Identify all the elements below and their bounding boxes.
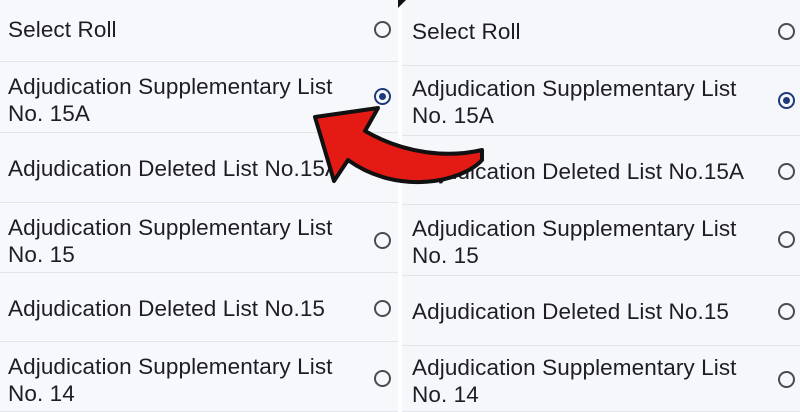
roll-option-row[interactable]: Adjudication Supplementary List No. 14 bbox=[400, 346, 800, 412]
radio-icon[interactable] bbox=[778, 163, 795, 180]
roll-option-row[interactable]: Select Roll bbox=[0, 0, 400, 62]
roll-option-row[interactable]: Adjudication Supplementary List No. 15 bbox=[400, 205, 800, 276]
roll-option-label: Adjudication Deleted List No.15 bbox=[412, 299, 730, 324]
roll-option-label: Select Roll bbox=[412, 19, 521, 44]
roll-option-label: Adjudication Deleted List No.15A bbox=[8, 156, 341, 181]
radio-icon[interactable] bbox=[374, 370, 391, 387]
roll-option-row[interactable]: Adjudication Supplementary List No. 14 bbox=[0, 342, 400, 412]
radio-icon[interactable] bbox=[374, 232, 391, 249]
radio-selected-icon[interactable] bbox=[374, 88, 391, 105]
roll-option-label: Adjudication Supplementary List No. 15A bbox=[8, 74, 333, 126]
roll-option-label: Adjudication Supplementary List No. 15 bbox=[8, 215, 333, 267]
radio-icon[interactable] bbox=[778, 371, 795, 388]
radio-icon[interactable] bbox=[778, 23, 795, 40]
roll-option-label: Adjudication Supplementary List No. 15 bbox=[412, 216, 737, 268]
roll-option-row[interactable]: Adjudication Deleted List No.15A bbox=[0, 133, 400, 203]
radio-icon[interactable] bbox=[374, 300, 391, 317]
roll-option-row[interactable]: Adjudication Deleted List No.15A bbox=[400, 136, 800, 205]
radio-icon[interactable] bbox=[778, 231, 795, 248]
roll-option-label: Adjudication Supplementary List No. 14 bbox=[8, 354, 333, 406]
roll-list-panel-right: Select Roll Adjudication Supplementary Li… bbox=[400, 0, 800, 412]
radio-icon[interactable] bbox=[374, 21, 391, 38]
roll-option-row[interactable]: Adjudication Deleted List No.15 bbox=[400, 276, 800, 346]
roll-option-row[interactable]: Adjudication Deleted List No.15 bbox=[0, 273, 400, 342]
roll-option-label: Adjudication Supplementary List No. 14 bbox=[412, 355, 737, 407]
roll-option-label: Adjudication Deleted List No.15 bbox=[8, 296, 326, 321]
roll-list-panel-left: Select Roll Adjudication Supplementary Li… bbox=[0, 0, 400, 412]
screenshot-divider bbox=[398, 0, 402, 412]
roll-option-row[interactable]: Adjudication Supplementary List No. 15A bbox=[400, 66, 800, 136]
roll-option-row[interactable]: Adjudication Supplementary List No. 15A bbox=[0, 62, 400, 133]
roll-option-row[interactable]: Select Roll bbox=[400, 0, 800, 66]
roll-option-label: Adjudication Deleted List No.15A bbox=[412, 159, 745, 184]
roll-option-label: Adjudication Supplementary List No. 15A bbox=[412, 76, 737, 128]
radio-selected-icon[interactable] bbox=[778, 92, 795, 109]
roll-option-label: Select Roll bbox=[8, 17, 117, 42]
roll-option-row[interactable]: Adjudication Supplementary List No. 15 bbox=[0, 203, 400, 273]
radio-icon[interactable] bbox=[778, 303, 795, 320]
